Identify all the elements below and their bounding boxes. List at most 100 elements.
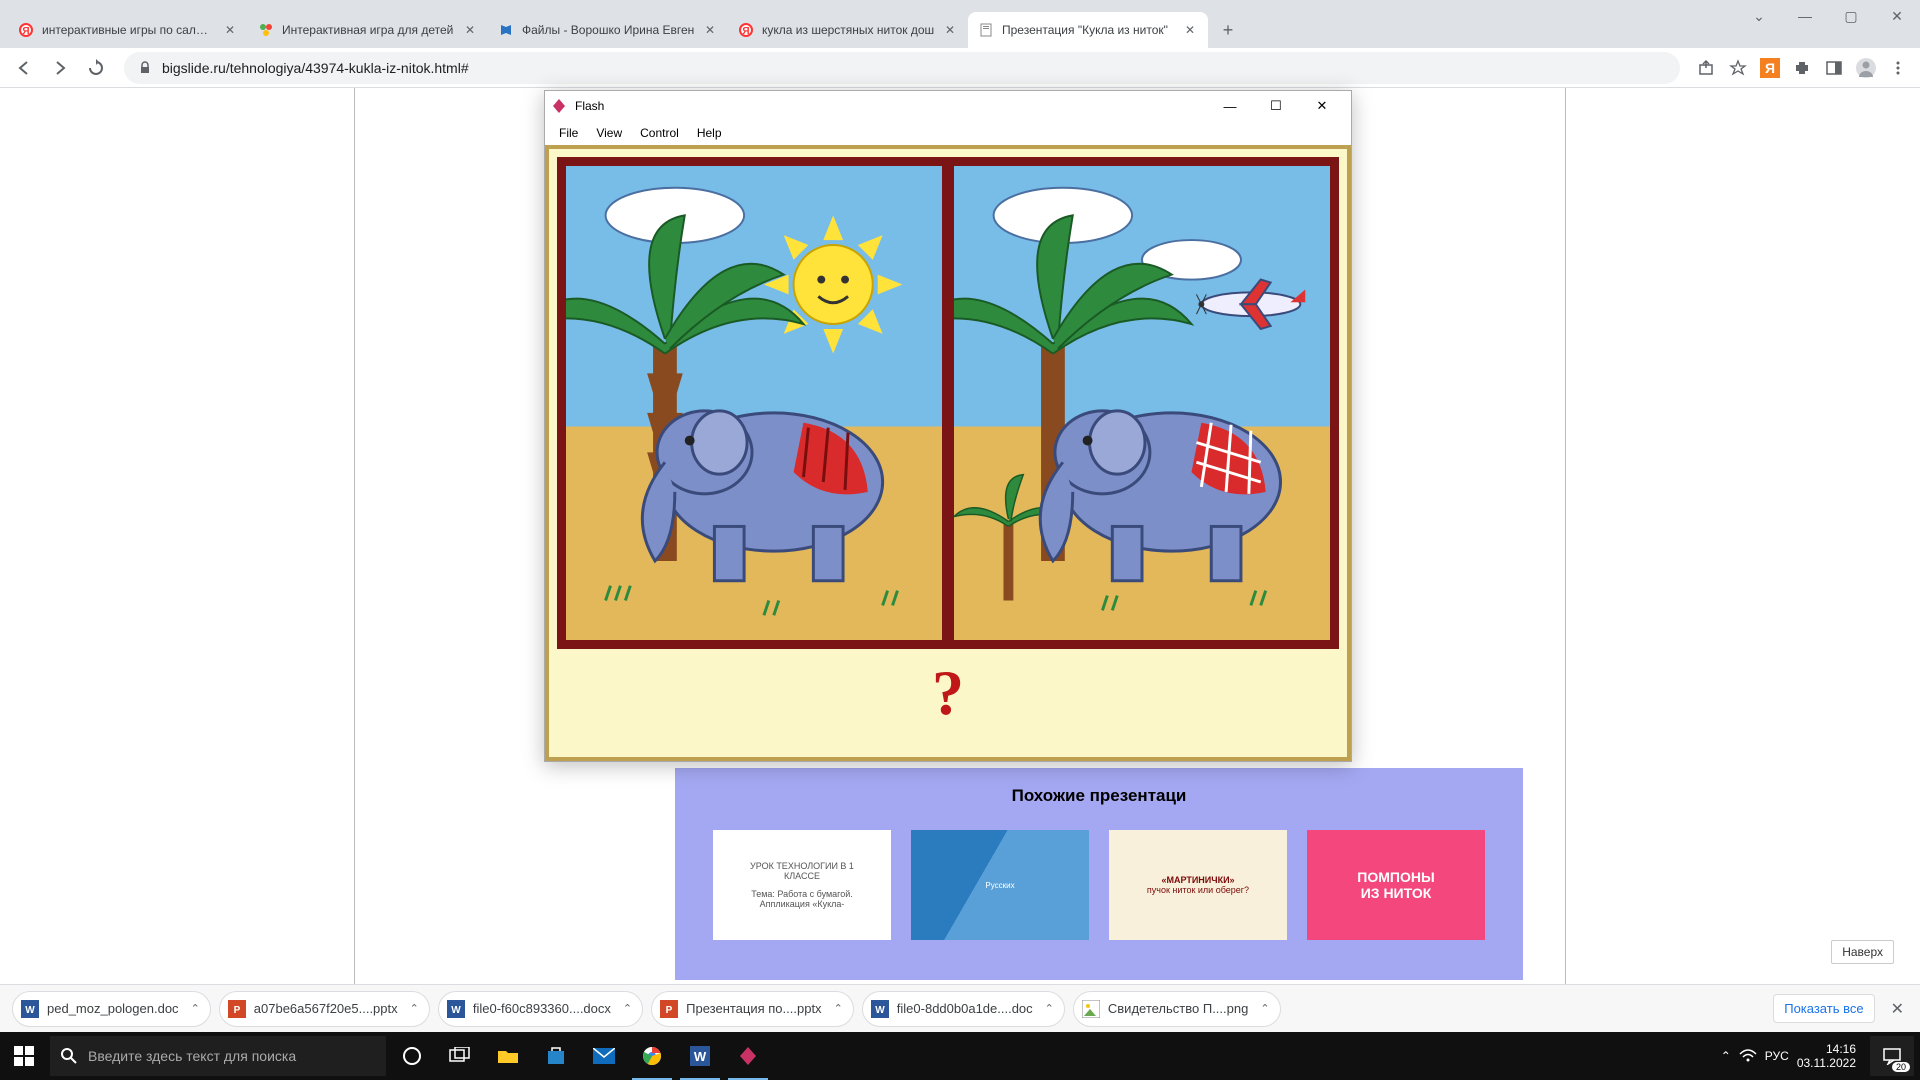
close-icon[interactable]: ✕ — [1874, 0, 1920, 32]
download-item[interactable]: P Презентация по....pptx ⌃ — [651, 991, 854, 1027]
section-title: Похожие презентаци — [675, 786, 1523, 806]
svg-text:W: W — [694, 1049, 707, 1064]
tab-title: Файлы - Ворошко Ирина Евген — [522, 23, 696, 37]
taskbar-search[interactable]: Введите здесь текст для поиска — [50, 1036, 386, 1076]
tab-3[interactable]: Я кукла из шерстяных ниток дош ✕ — [728, 12, 968, 48]
maximize-icon[interactable]: ☐ — [1253, 92, 1299, 120]
minimize-icon[interactable]: — — [1782, 0, 1828, 32]
menu-view[interactable]: View — [588, 124, 630, 142]
close-icon[interactable]: ✕ — [942, 22, 958, 38]
yandex-icon: Я — [18, 22, 34, 38]
start-button[interactable] — [0, 1032, 48, 1080]
minimize-icon[interactable]: — — [1207, 92, 1253, 120]
close-icon[interactable]: ✕ — [1182, 22, 1198, 38]
downloads-bar: W ped_moz_pologen.doc ⌃ P a07be6a567f20e… — [0, 984, 1920, 1032]
tab-2[interactable]: Файлы - Ворошко Ирина Евген ✕ — [488, 12, 728, 48]
search-placeholder: Введите здесь текст для поиска — [88, 1048, 296, 1064]
svg-text:W: W — [875, 1005, 885, 1016]
system-tray: ⌃ РУС 14:16 03.11.2022 20 — [1721, 1036, 1920, 1076]
share-icon[interactable] — [1692, 54, 1720, 82]
task-cortana-icon[interactable] — [388, 1032, 436, 1080]
menu-icon[interactable] — [1884, 54, 1912, 82]
task-chrome-icon[interactable] — [628, 1032, 676, 1080]
powerpoint-icon: P — [660, 1000, 678, 1018]
word-icon: W — [447, 1000, 465, 1018]
menu-control[interactable]: Control — [632, 124, 687, 142]
powerpoint-icon: P — [228, 1000, 246, 1018]
word-icon: W — [21, 1000, 39, 1018]
book-icon — [498, 22, 514, 38]
extensions-icon[interactable] — [1788, 54, 1816, 82]
task-view-icon[interactable] — [436, 1032, 484, 1080]
app-icon — [258, 22, 274, 38]
task-store-icon[interactable] — [532, 1032, 580, 1080]
back-button[interactable] — [8, 52, 40, 84]
download-item[interactable]: W file0-f60c893360....docx ⌃ — [438, 991, 643, 1027]
notifications-icon[interactable]: 20 — [1870, 1036, 1914, 1076]
chevron-up-icon[interactable]: ⌃ — [834, 1002, 843, 1015]
chevron-up-icon[interactable]: ⌃ — [623, 1002, 632, 1015]
lock-icon — [138, 61, 152, 75]
wifi-icon[interactable] — [1739, 1049, 1757, 1063]
presentation-thumb[interactable]: УРОК ТЕХНОЛОГИИ В 1 КЛАССЕ Тема: Работа … — [713, 830, 891, 940]
language-indicator[interactable]: РУС — [1765, 1049, 1789, 1063]
show-all-downloads[interactable]: Показать все — [1773, 994, 1874, 1023]
menu-help[interactable]: Help — [689, 124, 730, 142]
close-icon[interactable]: ✕ — [222, 22, 238, 38]
flash-title: Flash — [575, 99, 1207, 113]
clock[interactable]: 14:16 03.11.2022 — [1797, 1042, 1856, 1071]
sidepanel-icon[interactable] — [1820, 54, 1848, 82]
task-flash-icon[interactable] — [724, 1032, 772, 1080]
svg-text:Я: Я — [22, 26, 29, 37]
chevron-up-icon[interactable]: ⌃ — [191, 1002, 200, 1015]
flash-player-window: Flash — ☐ ✕ File View Control Help — [544, 90, 1352, 762]
download-item[interactable]: P a07be6a567f20e5....pptx ⌃ — [219, 991, 430, 1027]
address-bar[interactable]: bigslide.ru/tehnologiya/43974-kukla-iz-n… — [124, 52, 1680, 84]
svg-text:P: P — [233, 1005, 240, 1016]
scroll-top-button[interactable]: Наверх — [1831, 940, 1894, 964]
close-icon[interactable]: ✕ — [1299, 92, 1345, 120]
flash-icon — [551, 98, 567, 114]
tab-title: интерактивные игры по салмин — [42, 23, 216, 37]
flash-stage[interactable]: ? — [545, 145, 1351, 761]
task-explorer-icon[interactable] — [484, 1032, 532, 1080]
url-text: bigslide.ru/tehnologiya/43974-kukla-iz-n… — [162, 60, 469, 76]
windows-taskbar: Введите здесь текст для поиска W ⌃ РУС 1… — [0, 1032, 1920, 1080]
image-icon — [1082, 1000, 1100, 1018]
reload-button[interactable] — [80, 52, 112, 84]
presentation-thumb[interactable]: ПОМПОНЫ ИЗ НИТОК — [1307, 830, 1485, 940]
close-icon[interactable]: ✕ — [702, 22, 718, 38]
doc-icon — [978, 22, 994, 38]
svg-text:P: P — [666, 1005, 673, 1016]
new-tab-button[interactable]: + — [1212, 14, 1244, 46]
tray-chevron-icon[interactable]: ⌃ — [1721, 1049, 1731, 1063]
tab-title: Интерактивная игра для детей — [282, 23, 456, 37]
profile-icon[interactable] — [1852, 54, 1880, 82]
chevron-up-icon[interactable]: ⌃ — [410, 1002, 419, 1015]
picture-left — [563, 163, 945, 643]
maximize-icon[interactable]: ▢ — [1828, 0, 1874, 32]
menu-file[interactable]: File — [551, 124, 586, 142]
task-mail-icon[interactable] — [580, 1032, 628, 1080]
close-icon[interactable]: ✕ — [1887, 995, 1908, 1023]
tab-1[interactable]: Интерактивная игра для детей ✕ — [248, 12, 488, 48]
svg-text:Я: Я — [742, 26, 749, 37]
question-mark: ? — [557, 649, 1339, 749]
download-item[interactable]: W file0-8dd0b0a1de....doc ⌃ — [862, 991, 1065, 1027]
extension-icon-yandex[interactable]: Я — [1756, 54, 1784, 82]
download-item[interactable]: Свидетельство П....png ⌃ — [1073, 991, 1281, 1027]
chevron-up-icon[interactable]: ⌃ — [1260, 1002, 1269, 1015]
tab-title: кукла из шерстяных ниток дош — [762, 23, 936, 37]
presentation-thumb[interactable]: Русских — [911, 830, 1089, 940]
flash-titlebar[interactable]: Flash — ☐ ✕ — [545, 91, 1351, 121]
download-item[interactable]: W ped_moz_pologen.doc ⌃ — [12, 991, 211, 1027]
star-icon[interactable] — [1724, 54, 1752, 82]
close-icon[interactable]: ✕ — [462, 22, 478, 38]
tab-4-active[interactable]: Презентация "Кукла из ниток" ✕ — [968, 12, 1208, 48]
chevron-down-icon[interactable]: ⌄ — [1736, 0, 1782, 32]
presentation-thumb[interactable]: «МАРТИНИЧКИ» пучок ниток или оберег? — [1109, 830, 1287, 940]
chevron-up-icon[interactable]: ⌃ — [1045, 1002, 1054, 1015]
forward-button[interactable] — [44, 52, 76, 84]
tab-0[interactable]: Я интерактивные игры по салмин ✕ — [8, 12, 248, 48]
task-word-icon[interactable]: W — [676, 1032, 724, 1080]
